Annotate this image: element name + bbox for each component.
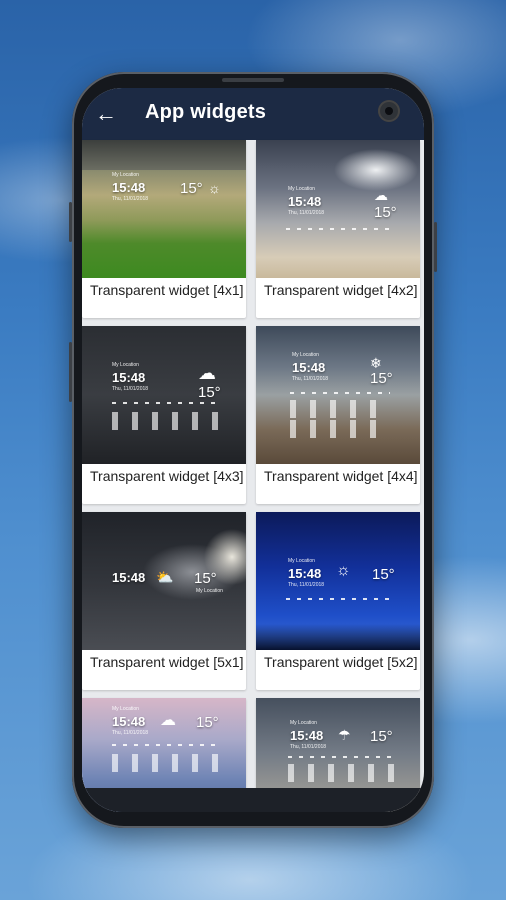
widget-details (290, 392, 390, 394)
widget-card[interactable]: My Location 15:48 Thu, 11/01/2018 ❄ 15° … (256, 326, 420, 504)
widget-details (112, 744, 222, 746)
widget-details (112, 402, 222, 404)
widget-location: My Location (288, 186, 315, 192)
widget-temperature: 15° (196, 714, 219, 731)
rain-cloud-icon: ☂ (338, 727, 351, 743)
widget-preview: 15:48 ⛅ 15° My Location (82, 512, 246, 650)
screen: ← App widgets My Location 15:48 Thu, 11/… (82, 88, 424, 812)
widget-card[interactable]: My Location 15:48 Thu, 11/01/2018 ☁ 15° … (82, 326, 246, 504)
widget-location: My Location (292, 352, 319, 358)
partly-cloudy-icon: ⛅ (156, 569, 174, 585)
power-button (434, 222, 437, 272)
widget-temperature: 15° (372, 566, 395, 583)
widget-time: 15:48 (288, 194, 322, 209)
widget-location: My Location (290, 720, 317, 726)
widget-date: Thu, 11/01/2018 (112, 196, 149, 202)
widget-location: My Location (112, 706, 139, 712)
widget-temperature: 15° (180, 180, 203, 197)
widget-date: Thu, 11/01/2018 (112, 386, 149, 392)
widget-preview: My Location 15:48 Thu, 11/01/2018 ☼ 15° (256, 512, 420, 650)
widget-preview: My Location 15:48 Thu, 11/01/2018 15° ☼ (82, 140, 246, 278)
back-arrow-icon[interactable]: ← (92, 100, 120, 128)
widget-preview: My Location 15:48 Thu, 11/01/2018 ❄ 15° (256, 326, 420, 464)
widget-time: 15:48 (112, 370, 146, 385)
widget-location: My Location (196, 588, 223, 594)
widget-forecast (112, 754, 218, 772)
widget-time: 15:48 (112, 180, 146, 195)
volume-button (69, 202, 72, 242)
widget-temperature: 15° (194, 570, 217, 587)
widget-date: Thu, 11/01/2018 (288, 210, 325, 216)
widget-details (286, 228, 396, 230)
sun-icon: ☼ (208, 180, 221, 196)
widget-location: My Location (112, 172, 139, 178)
widget-card[interactable]: My Location 15:48 Thu, 11/01/2018 ☁ 15° … (256, 140, 420, 318)
widget-label: Transparent widget [5x2] (264, 654, 418, 670)
widget-date: Thu, 11/01/2018 (112, 730, 149, 736)
widget-card[interactable]: My Location 15:48 Thu, 11/01/2018 ☼ 15° … (256, 512, 420, 690)
volume-button (69, 342, 72, 402)
widget-temperature: 15° (370, 728, 393, 745)
widget-daily (290, 420, 390, 438)
widget-location: My Location (112, 362, 139, 368)
snow-icon: ❄ (370, 355, 382, 371)
partly-cloudy-icon: ☁ (374, 187, 388, 203)
navigation-bar (82, 788, 424, 812)
widget-details (288, 756, 398, 758)
widget-time: 15:48 (112, 714, 146, 729)
widget-date: Thu, 11/01/2018 (290, 744, 327, 750)
widget-card[interactable]: My Location 15:48 Thu, 11/01/2018 15° ☼ … (82, 140, 246, 318)
widget-label: Transparent widget [4x3] (90, 468, 244, 484)
widget-details (286, 598, 396, 600)
cloud-moon-icon: ☁ (198, 363, 216, 383)
widget-label: Transparent widget [4x1] (90, 282, 244, 298)
widget-temperature: 15° (198, 384, 221, 401)
widget-location: My Location (288, 558, 315, 564)
widget-time: 15:48 (112, 570, 146, 585)
widget-preview: My Location 15:48 Thu, 11/01/2018 ☁ 15° (256, 140, 420, 278)
phone-frame: ← App widgets My Location 15:48 Thu, 11/… (69, 72, 437, 828)
app-bar: ← App widgets (82, 88, 424, 140)
speaker-grille (222, 78, 284, 82)
widget-time: 15:48 (288, 566, 322, 581)
widget-date: Thu, 11/01/2018 (292, 376, 329, 382)
widget-date: Thu, 11/01/2018 (288, 582, 325, 588)
wind-cloud-icon: ☁ (160, 712, 176, 729)
widget-time: 15:48 (290, 728, 324, 743)
sun-icon: ☼ (336, 562, 351, 579)
widget-time: 15:48 (292, 360, 326, 375)
front-camera (378, 100, 400, 122)
widget-temperature: 15° (370, 370, 393, 387)
widget-preview: My Location 15:48 Thu, 11/01/2018 ☁ 15° (82, 326, 246, 464)
widget-card[interactable]: 15:48 ⛅ 15° My Location Transparent widg… (82, 512, 246, 690)
widget-hourly (290, 400, 390, 418)
widget-label: Transparent widget [4x2] (264, 282, 418, 298)
widget-label: Transparent widget [4x4] (264, 468, 418, 484)
page-title: App widgets (145, 101, 267, 123)
widget-forecast (112, 412, 218, 430)
widget-temperature: 15° (374, 204, 397, 221)
widget-forecast (288, 764, 394, 782)
widget-label: Transparent widget [5x1] (90, 654, 244, 670)
